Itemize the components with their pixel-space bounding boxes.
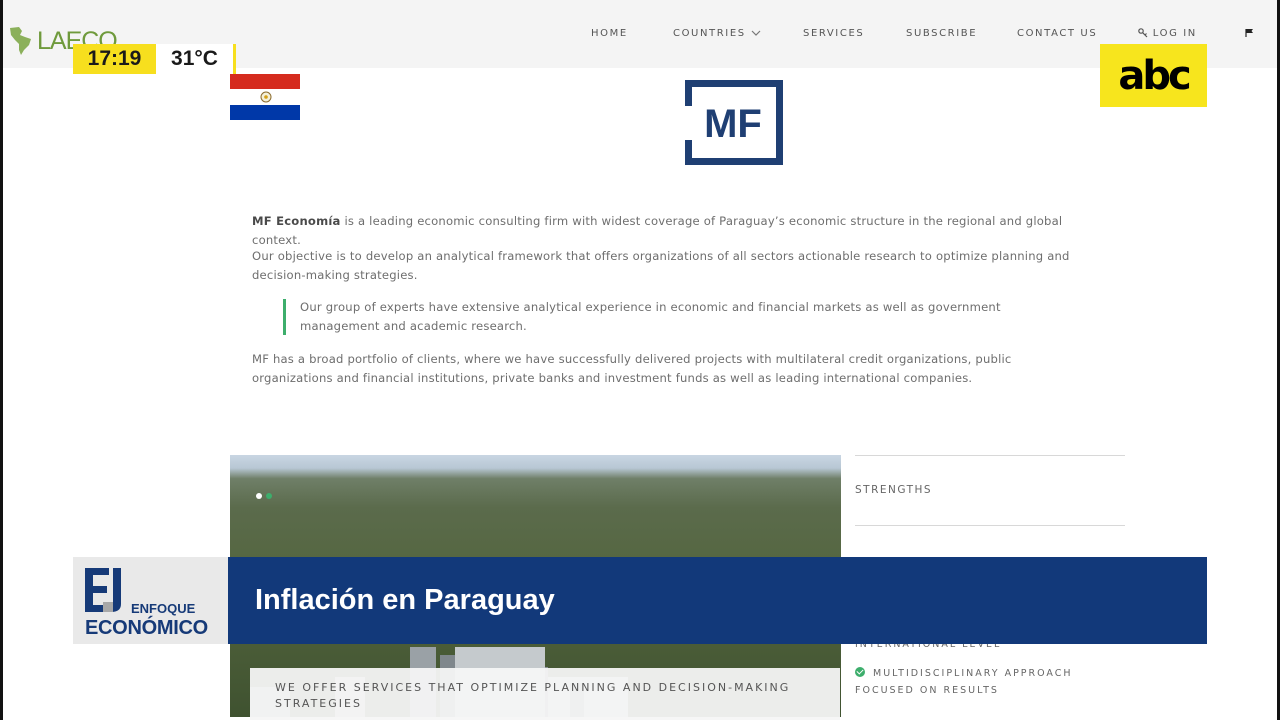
flag-icon xyxy=(1245,29,1253,37)
objective-paragraph: Our objective is to develop an analytica… xyxy=(252,249,1070,282)
nav-home[interactable]: HOME xyxy=(591,28,628,39)
nav-subscribe[interactable]: SUBSCRIBE xyxy=(906,28,977,39)
mf-logo-letters: MF xyxy=(704,102,762,146)
nav-countries-label: COUNTRIES xyxy=(673,28,746,39)
headline-bar: Inflación en Paraguay xyxy=(228,557,1207,644)
chevron-down-icon xyxy=(751,30,760,36)
tv-clock-weather: 17:19 31°C xyxy=(73,44,236,74)
nav-contact-us[interactable]: CONTACT US xyxy=(1017,28,1097,39)
latin-america-map-icon xyxy=(10,27,31,55)
intro-text: is a leading economic consulting firm wi… xyxy=(252,214,1063,247)
program-name-line1: ENFOQUE xyxy=(131,601,196,616)
tv-temperature: 31°C xyxy=(156,44,236,74)
headline-text: Inflación en Paraguay xyxy=(255,584,555,616)
flag-emblem-icon xyxy=(260,91,272,103)
strength-multidisciplinary: MULTIDISCIPLINARY APPROACH xyxy=(855,667,1073,679)
check-circle-icon xyxy=(855,667,865,677)
services-caption-text: WE OFFER SERVICES THAT OPTIMIZE PLANNING… xyxy=(275,681,791,710)
slider-dot-1[interactable] xyxy=(256,493,262,499)
intro-paragraph: MF Economía is a leading economic consul… xyxy=(252,212,1082,249)
strengths-top-rule xyxy=(855,455,1125,456)
lower-third: ENFOQUE ECONÓMICO Inflación en Paraguay xyxy=(73,557,1207,644)
nav-services[interactable]: SERVICES xyxy=(803,28,864,39)
mf-economia-logo: MF xyxy=(685,80,783,165)
tv-time: 17:19 xyxy=(73,44,156,74)
ej-program-logo-icon xyxy=(85,568,121,612)
portfolio-paragraph: MF has a broad portfolio of clients, whe… xyxy=(252,352,1012,385)
strengths-bottom-rule xyxy=(855,525,1125,526)
left-frame-border xyxy=(0,0,3,720)
paraguay-flag xyxy=(230,74,300,120)
key-icon xyxy=(1138,28,1148,38)
nav-log-in[interactable]: LOG IN xyxy=(1138,28,1197,39)
strength-results: FOCUSED ON RESULTS xyxy=(855,685,999,696)
nav-countries[interactable]: COUNTRIES xyxy=(673,28,761,39)
program-name-line2: ECONÓMICO xyxy=(85,617,208,639)
slider-dots xyxy=(256,484,276,503)
nav-log-in-label: LOG IN xyxy=(1152,28,1197,39)
abc-channel-logo: abc xyxy=(1100,44,1207,107)
experts-blockquote: Our group of experts have extensive anal… xyxy=(300,300,1001,333)
intro-brand-name: MF Economía xyxy=(252,214,341,228)
services-caption-box: WE OFFER SERVICES THAT OPTIMIZE PLANNING… xyxy=(250,668,840,720)
program-badge: ENFOQUE ECONÓMICO xyxy=(73,557,228,644)
blockquote-accent-bar xyxy=(283,299,286,335)
strength-multidisciplinary-label: MULTIDISCIPLINARY APPROACH xyxy=(873,668,1073,679)
slider-dot-2[interactable] xyxy=(266,493,272,499)
language-flag-button[interactable] xyxy=(1245,28,1255,39)
strengths-heading: STRENGTHS xyxy=(855,484,933,496)
